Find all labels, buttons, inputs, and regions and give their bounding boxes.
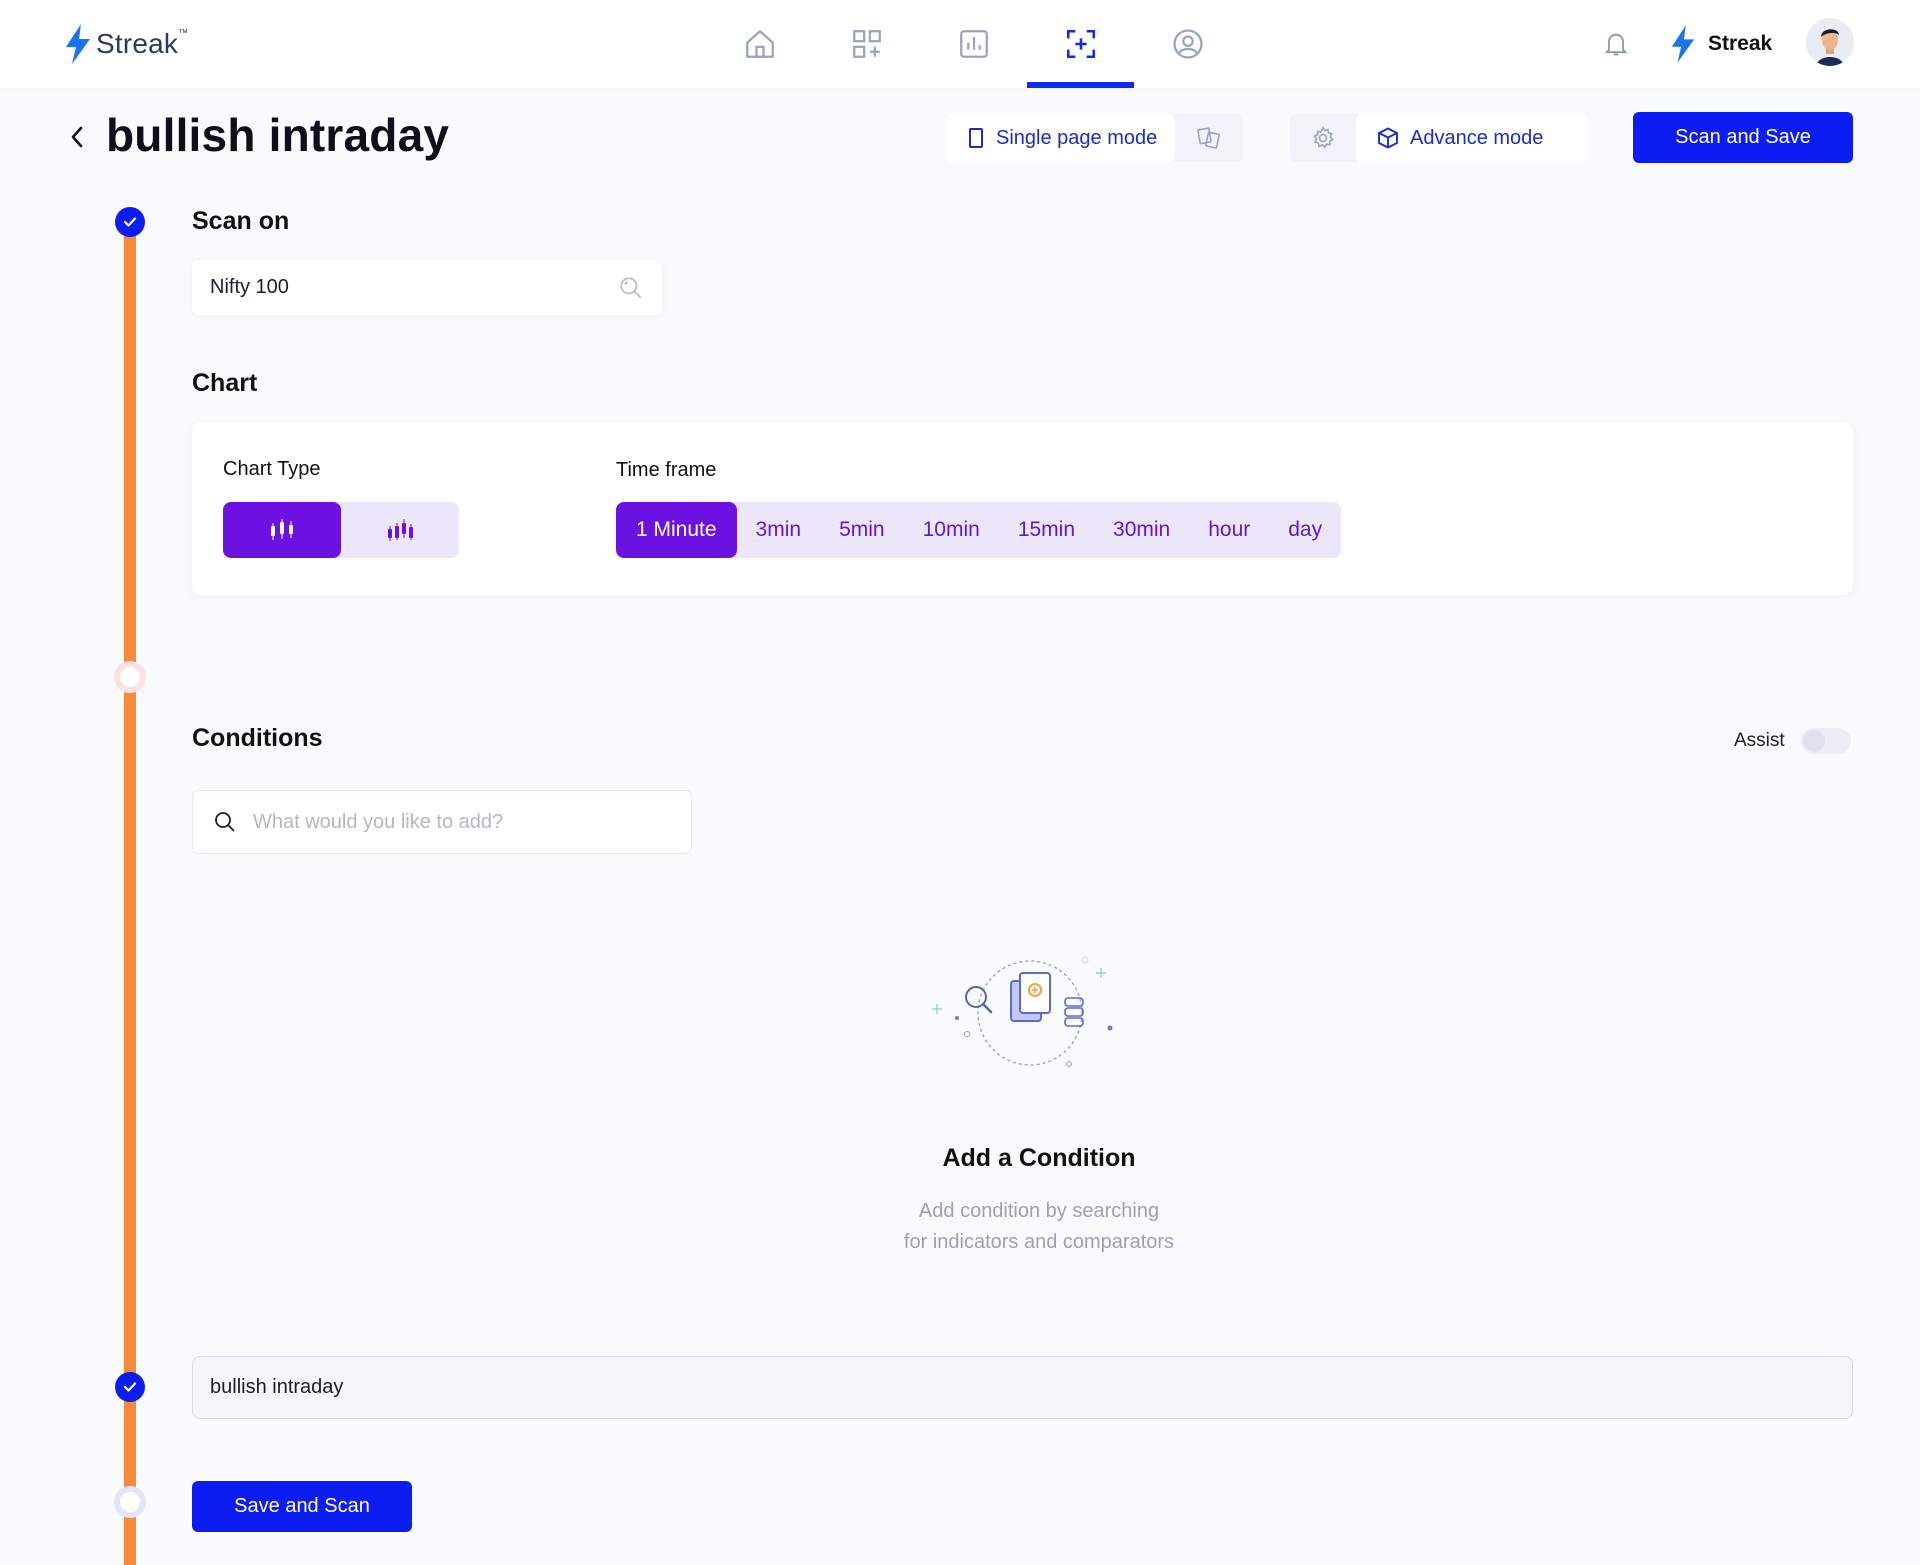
- account-brand[interactable]: Streak: [1670, 22, 1772, 66]
- scan-on-value: Nifty 100: [210, 276, 289, 298]
- advance-mode-toggle: Advance mode: [1290, 114, 1588, 162]
- chevron-left-icon: [71, 126, 83, 148]
- notifications-button[interactable]: [1598, 26, 1634, 62]
- back-button[interactable]: [62, 122, 92, 152]
- chart-heading: Chart: [192, 369, 258, 397]
- page-title: bullish intraday: [106, 109, 450, 161]
- chart-icon: [959, 30, 988, 58]
- timeframe-10min[interactable]: 10min: [904, 502, 999, 558]
- pages-icon: [1197, 127, 1221, 149]
- avatar-icon: [1806, 18, 1854, 66]
- scan-name-input[interactable]: [210, 1376, 1835, 1399]
- step-name-complete: [115, 1372, 145, 1402]
- check-icon: [123, 217, 137, 227]
- single-page-mode-button[interactable]: Single page mode: [946, 114, 1176, 162]
- page-icon: [969, 128, 983, 148]
- timeframe-hour[interactable]: hour: [1189, 502, 1269, 558]
- timeframe-label: Time frame: [616, 459, 717, 481]
- heikin-ashi-icon: [388, 519, 413, 541]
- avatar[interactable]: [1806, 18, 1854, 66]
- condition-search-field[interactable]: [192, 790, 692, 854]
- logo-trademark: ™: [178, 28, 189, 39]
- page-mode-toggle: Single page mode: [946, 114, 1244, 162]
- multi-page-mode-button[interactable]: [1175, 114, 1243, 162]
- condition-search-input[interactable]: [253, 810, 671, 834]
- user-icon: [1172, 29, 1203, 59]
- chart-settings-card: Chart Type Time frame 1 Minute 3min 5min…: [192, 422, 1853, 595]
- chart-type-candlestick[interactable]: [223, 502, 341, 558]
- timeframe-15min[interactable]: 15min: [999, 502, 1094, 558]
- nav-home[interactable]: [706, 0, 813, 88]
- scan-on-input[interactable]: Nifty 100: [192, 260, 662, 315]
- lightning-icon: [66, 24, 90, 64]
- scan-name-field[interactable]: [192, 1356, 1853, 1419]
- assist-toggle-knob: [1802, 730, 1825, 752]
- account-brand-text: Streak: [1708, 32, 1773, 55]
- timeframe-3min[interactable]: 3min: [737, 502, 821, 558]
- search-icon: [620, 276, 642, 298]
- home-icon: [745, 30, 774, 58]
- chart-type-selector: [223, 502, 459, 558]
- timeframe-30min[interactable]: 30min: [1094, 502, 1189, 558]
- timeframe-day[interactable]: day: [1269, 502, 1341, 558]
- nav-reports[interactable]: [920, 0, 1027, 88]
- empty-state-title: Add a Condition: [942, 1144, 1136, 1172]
- scan-on-heading: Scan on: [192, 207, 290, 235]
- save-and-scan-button[interactable]: Save and Scan: [192, 1481, 412, 1532]
- advance-mode-button[interactable]: Advance mode: [1356, 114, 1588, 162]
- single-page-mode-label: Single page mode: [996, 126, 1158, 149]
- grid-add-icon: [852, 30, 881, 58]
- settings-button[interactable]: [1290, 114, 1356, 162]
- lightning-icon: [1671, 25, 1695, 63]
- conditions-heading: Conditions: [192, 724, 323, 752]
- scan-icon: [1066, 29, 1095, 59]
- empty-state-subtitle: Add condition by searching for indicator…: [0, 1196, 1920, 1258]
- chart-type-heikin-ashi[interactable]: [341, 502, 459, 558]
- scan-and-save-button[interactable]: Scan and Save: [1633, 112, 1853, 163]
- top-nav-bar: Streak ™ Streak: [0, 0, 1920, 88]
- advance-mode-label: Advance mode: [1410, 126, 1544, 149]
- assist-label: Assist: [1734, 730, 1785, 751]
- nav-dashboard[interactable]: [813, 0, 920, 88]
- nav-profile[interactable]: [1134, 0, 1241, 88]
- candlestick-icon: [271, 519, 293, 540]
- step-save-pending: [114, 1486, 146, 1518]
- stepper-rail: [124, 222, 136, 1565]
- empty-state-subtitle-line2: for indicators and comparators: [903, 1231, 1175, 1253]
- step-conditions-pending: [114, 661, 146, 693]
- check-icon: [123, 1382, 137, 1392]
- cube-icon: [1378, 127, 1398, 149]
- timeframe-5min[interactable]: 5min: [820, 502, 904, 558]
- step-scan-on-complete: [115, 207, 145, 237]
- empty-state-subtitle-line1: Add condition by searching: [918, 1200, 1160, 1222]
- assist-control: Assist: [1734, 728, 1851, 754]
- add-condition-illustration: [932, 956, 1113, 1067]
- main-nav: [706, 0, 1241, 88]
- streak-logo[interactable]: Streak ™: [64, 22, 188, 66]
- search-icon: [215, 812, 235, 832]
- bell-icon: [1604, 33, 1628, 56]
- timeframe-selector: 1 Minute 3min 5min 10min 15min 30min hou…: [616, 502, 1342, 558]
- chart-type-label: Chart Type: [223, 458, 321, 480]
- timeframe-1-minute[interactable]: 1 Minute: [616, 502, 737, 558]
- nav-scanner[interactable]: [1027, 0, 1134, 88]
- assist-toggle[interactable]: [1800, 728, 1851, 754]
- logo-text: Streak: [96, 28, 179, 59]
- gear-icon: [1313, 126, 1334, 149]
